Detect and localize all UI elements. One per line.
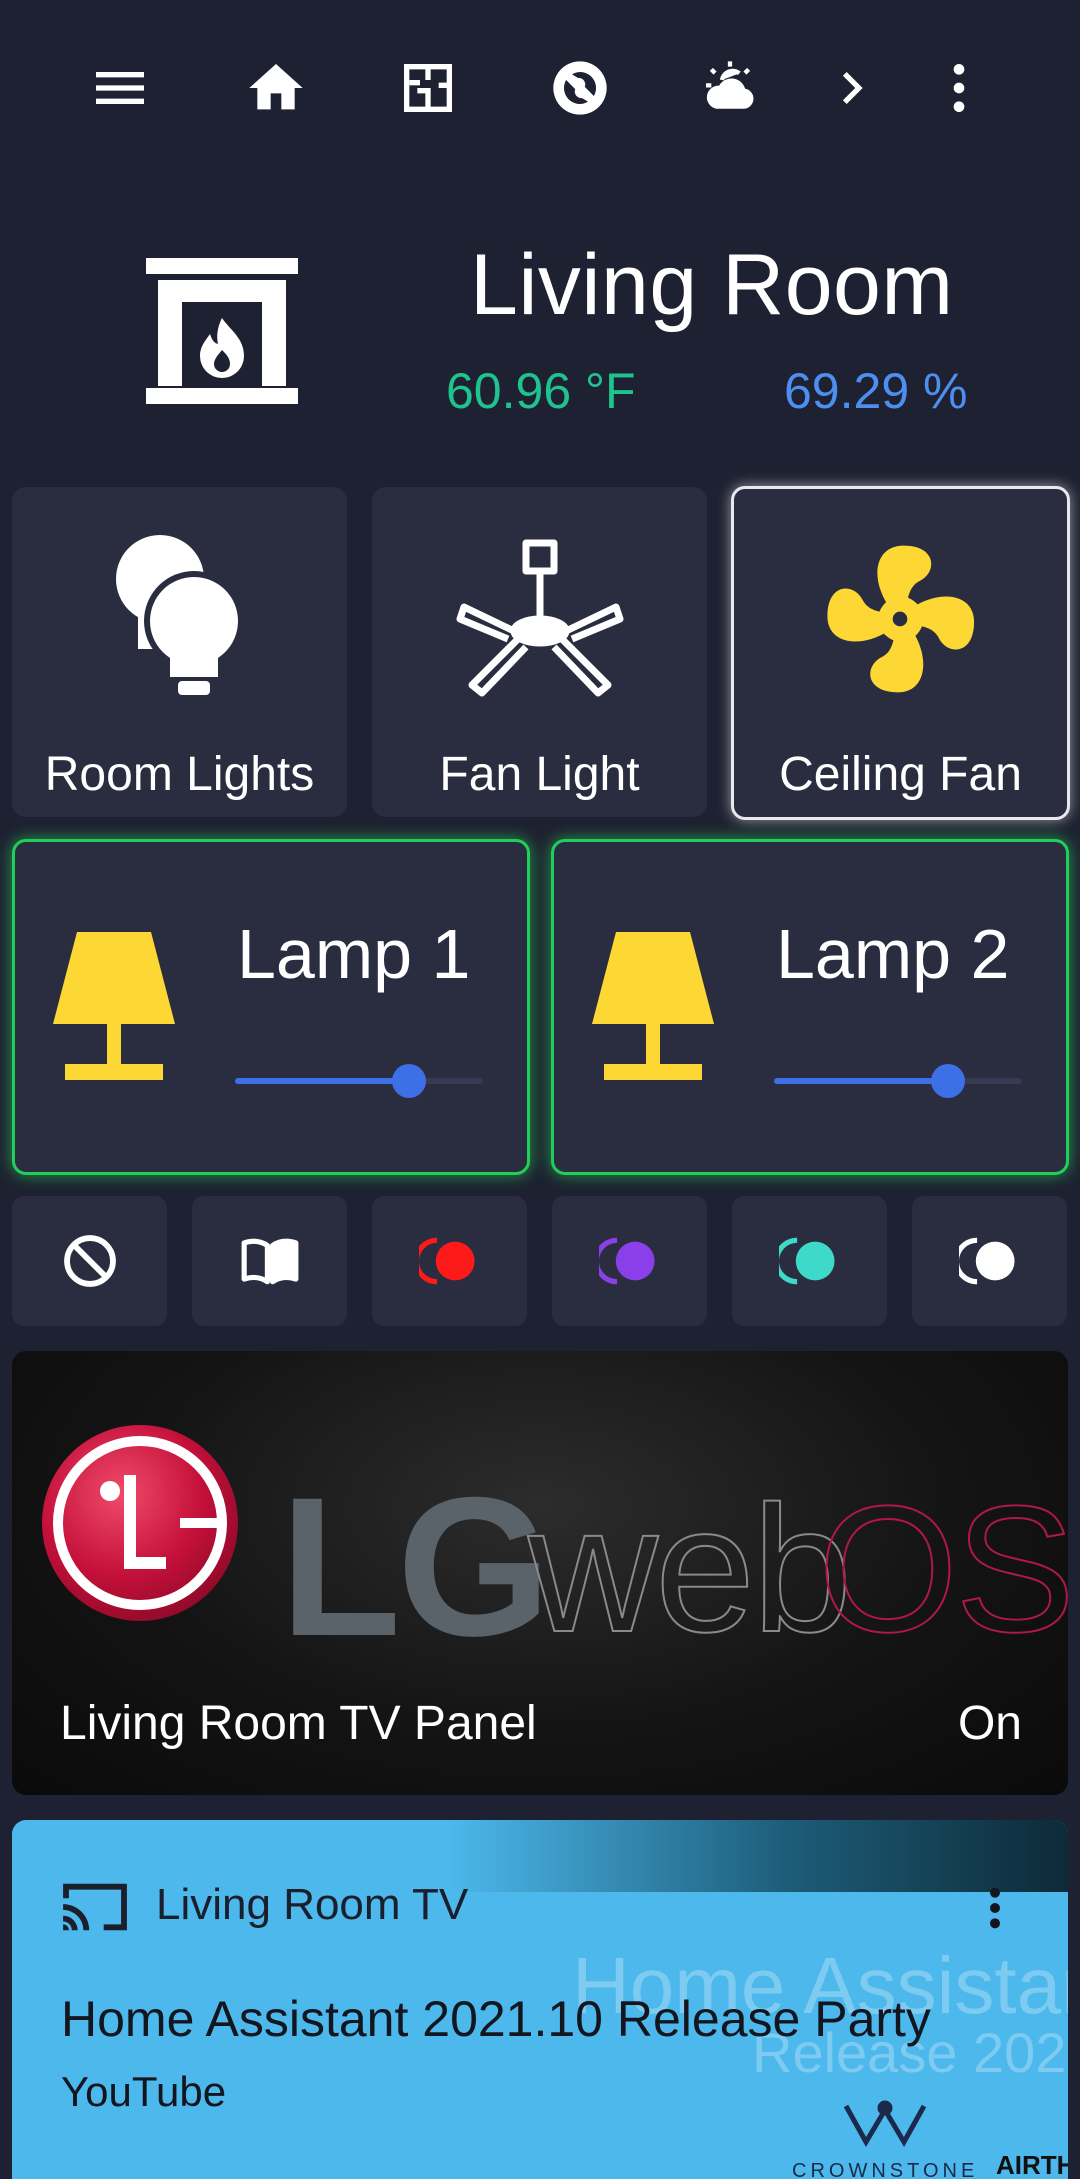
temperature-reading: 60.96 °F bbox=[446, 363, 636, 419]
scene-teal-button[interactable] bbox=[732, 1196, 887, 1326]
webos-wordmark-web: web bbox=[527, 1468, 853, 1671]
more-vertical-icon[interactable] bbox=[972, 1878, 1018, 1938]
lightbulb-group-icon bbox=[108, 529, 258, 709]
brightness-slider-knob[interactable] bbox=[931, 1064, 965, 1098]
circle-toggle-icon bbox=[958, 1237, 1015, 1285]
tile-label: Ceiling Fan bbox=[779, 748, 1022, 801]
menu-icon[interactable] bbox=[84, 52, 156, 124]
weather-night-partly-cloudy-icon[interactable] bbox=[694, 52, 766, 124]
home-icon[interactable] bbox=[240, 52, 312, 124]
chevron-right-icon[interactable] bbox=[816, 52, 888, 124]
lg-logo-icon bbox=[40, 1423, 240, 1623]
crown-logo-icon bbox=[840, 2098, 930, 2158]
fireplace-icon bbox=[146, 258, 298, 404]
humidity-reading: 69.29 % bbox=[784, 363, 968, 419]
cast-icon bbox=[60, 1878, 130, 1936]
circle-toggle-icon bbox=[778, 1237, 835, 1285]
tv-panel-state: On bbox=[957, 1697, 1022, 1750]
book-open-icon bbox=[241, 1238, 298, 1285]
media-player-card[interactable]: Home Assistar Release 2021. CROWNSTONE A… bbox=[12, 1820, 1068, 2179]
brightness-slider-knob[interactable] bbox=[392, 1064, 426, 1098]
tile-label: Room Lights bbox=[44, 748, 315, 801]
ceiling-fan-light-icon bbox=[456, 535, 624, 705]
media-title: Home Assistant 2021.10 Release Party bbox=[61, 1991, 931, 2047]
floor-lamp-icon bbox=[53, 932, 175, 1082]
ceiling-fan-tile[interactable]: Ceiling Fan bbox=[731, 486, 1070, 820]
media-app-name: YouTube bbox=[61, 2068, 227, 2115]
lamp-1-card[interactable]: Lamp 1 bbox=[12, 839, 530, 1175]
webos-wordmark-os: OS bbox=[817, 1468, 1068, 1671]
lamp-title: Lamp 2 bbox=[776, 915, 1010, 993]
scene-reading-button[interactable] bbox=[192, 1196, 347, 1326]
scene-off-button[interactable] bbox=[12, 1196, 167, 1326]
scene-red-button[interactable] bbox=[372, 1196, 527, 1326]
gauge-icon[interactable] bbox=[544, 52, 616, 124]
artwork-brand: CROWNSTONE bbox=[792, 2160, 979, 2179]
lg-wordmark: LG bbox=[280, 1456, 551, 1677]
room-lights-tile[interactable]: Room Lights bbox=[12, 487, 347, 817]
fan-icon bbox=[812, 531, 988, 707]
tile-label: Fan Light bbox=[439, 748, 640, 801]
scene-purple-button[interactable] bbox=[552, 1196, 707, 1326]
room-title: Living Room bbox=[470, 237, 954, 333]
fan-light-tile[interactable]: Fan Light bbox=[372, 487, 707, 817]
media-device-name: Living Room TV bbox=[156, 1880, 469, 1929]
brightness-slider-fill bbox=[774, 1078, 950, 1084]
more-vertical-icon[interactable] bbox=[923, 52, 995, 124]
cancel-icon bbox=[63, 1235, 116, 1287]
brightness-slider-fill bbox=[235, 1078, 411, 1084]
tv-panel-card[interactable]: LG web OS Living Room TV Panel On bbox=[12, 1351, 1068, 1795]
circle-toggle-icon bbox=[598, 1237, 655, 1285]
lamp-2-card[interactable]: Lamp 2 bbox=[551, 839, 1069, 1175]
artwork-brand: AIRTH bbox=[996, 2150, 1068, 2179]
floorplan-icon[interactable] bbox=[392, 52, 464, 124]
scene-white-button[interactable] bbox=[912, 1196, 1067, 1326]
lamp-title: Lamp 1 bbox=[237, 915, 471, 993]
floor-lamp-icon bbox=[592, 932, 714, 1082]
top-toolbar bbox=[0, 0, 1080, 170]
tv-panel-label: Living Room TV Panel bbox=[60, 1697, 537, 1750]
circle-toggle-icon bbox=[418, 1237, 475, 1285]
